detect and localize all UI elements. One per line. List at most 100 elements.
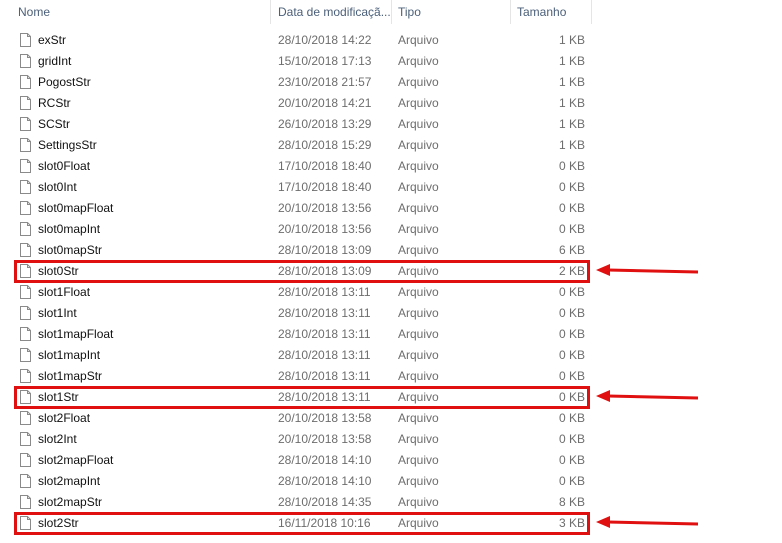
file-date: 28/10/2018 13:11	[278, 285, 371, 299]
file-type: Arquivo	[398, 432, 439, 446]
file-type: Arquivo	[398, 201, 439, 215]
file-row[interactable]: slot2mapStr 28/10/2018 14:35 Arquivo 8 KB	[0, 492, 600, 513]
file-size: 1 KB	[558, 75, 585, 89]
file-size: 1 KB	[558, 54, 585, 68]
file-row[interactable]: SCStr 26/10/2018 13:29 Arquivo 1 KB	[0, 114, 600, 135]
file-icon	[20, 411, 31, 425]
file-date: 20/10/2018 13:56	[278, 222, 372, 236]
file-icon	[20, 159, 31, 173]
file-row[interactable]: slot0Int 17/10/2018 18:40 Arquivo 0 KB	[0, 177, 600, 198]
file-row[interactable]: SettingsStr 28/10/2018 15:29 Arquivo 1 KB	[0, 135, 600, 156]
column-header-date[interactable]: Data de modificaçã...	[272, 0, 392, 24]
highlight-box	[14, 386, 590, 409]
file-name: slot1mapFloat	[38, 327, 114, 341]
file-icon	[20, 117, 31, 131]
file-row[interactable]: slot0Float 17/10/2018 18:40 Arquivo 0 KB	[0, 156, 600, 177]
file-name: slot1mapInt	[38, 348, 101, 362]
file-type: Arquivo	[398, 96, 439, 110]
file-type: Arquivo	[398, 453, 439, 467]
file-type: Arquivo	[398, 54, 439, 68]
file-row[interactable]: slot0mapFloat 20/10/2018 13:56 Arquivo 0 KB	[0, 198, 600, 219]
file-size: 6 KB	[558, 243, 585, 257]
file-type: Arquivo	[398, 327, 439, 341]
arrow-left-icon	[596, 264, 699, 276]
file-icon	[20, 243, 31, 257]
file-type: Arquivo	[398, 117, 439, 131]
file-row[interactable]: RCStr 20/10/2018 14:21 Arquivo 1 KB	[0, 93, 600, 114]
column-header-type[interactable]: Tipo	[392, 0, 511, 24]
file-size: 0 KB	[558, 411, 585, 425]
file-size: 0 KB	[558, 369, 585, 383]
file-type: Arquivo	[398, 222, 439, 236]
file-name: slot2Float	[38, 411, 91, 425]
file-date: 28/10/2018 14:10	[278, 453, 372, 467]
column-header-size[interactable]: Tamanho	[511, 0, 592, 24]
file-date: 28/10/2018 15:29	[278, 138, 372, 152]
file-row[interactable]: slot1mapStr 28/10/2018 13:11 Arquivo 0 KB	[0, 366, 600, 387]
file-name: slot1mapStr	[38, 369, 103, 383]
file-icon	[20, 222, 31, 236]
file-type: Arquivo	[398, 474, 439, 488]
file-date: 28/10/2018 14:10	[278, 474, 372, 488]
file-type: Arquivo	[398, 411, 439, 425]
file-date: 28/10/2018 13:09	[278, 243, 372, 257]
file-type: Arquivo	[398, 306, 439, 320]
file-date: 17/10/2018 18:40	[278, 159, 372, 173]
file-row[interactable]: PogostStr 23/10/2018 21:57 Arquivo 1 KB	[0, 72, 600, 93]
file-name: slot2mapFloat	[38, 453, 114, 467]
file-icon	[20, 369, 31, 383]
file-row[interactable]: slot0mapInt 20/10/2018 13:56 Arquivo 0 KB	[0, 219, 600, 240]
file-name: slot0mapInt	[38, 222, 101, 236]
file-type: Arquivo	[398, 285, 439, 299]
column-header-date-label: Data de modificaçã...	[278, 5, 391, 19]
arrow-left-icon	[596, 516, 699, 528]
file-name: slot2mapStr	[38, 495, 103, 509]
file-icon	[20, 348, 31, 362]
column-header-size-label: Tamanho	[517, 5, 567, 19]
file-type: Arquivo	[398, 180, 439, 194]
file-row[interactable]: slot2mapFloat 28/10/2018 14:10 Arquivo 0 KB	[0, 450, 600, 471]
file-icon	[20, 453, 31, 467]
file-date: 20/10/2018 13:56	[278, 201, 372, 215]
file-icon	[20, 306, 31, 320]
file-row[interactable]: slot2Int 20/10/2018 13:58 Arquivo 0 KB	[0, 429, 600, 450]
file-date: 28/10/2018 14:22	[278, 33, 372, 47]
file-date: 20/10/2018 13:58	[278, 432, 372, 446]
file-row[interactable]: slot2mapInt 28/10/2018 14:10 Arquivo 0 KB	[0, 471, 600, 492]
file-size: 1 KB	[558, 138, 585, 152]
file-size: 0 KB	[558, 222, 585, 236]
file-size: 1 KB	[558, 33, 585, 47]
file-date: 23/10/2018 21:57	[278, 75, 372, 89]
file-size: 0 KB	[558, 348, 585, 362]
file-name: gridInt	[38, 54, 72, 68]
file-date: 28/10/2018 14:35	[278, 495, 372, 509]
file-row[interactable]: slot2Float 20/10/2018 13:58 Arquivo 0 KB	[0, 408, 600, 429]
file-name: SCStr	[38, 117, 71, 131]
column-header-name-label: Nome	[18, 5, 51, 19]
file-row[interactable]: slot1Float 28/10/2018 13:11 Arquivo 0 KB	[0, 282, 600, 303]
file-row[interactable]: slot1mapInt 28/10/2018 13:11 Arquivo 0 KB	[0, 345, 600, 366]
file-name: slot1Float	[38, 285, 91, 299]
file-size: 0 KB	[558, 327, 585, 341]
file-row[interactable]: slot0mapStr 28/10/2018 13:09 Arquivo 6 KB	[0, 240, 600, 261]
file-date: 28/10/2018 13:11	[278, 306, 371, 320]
file-type: Arquivo	[398, 138, 439, 152]
file-size: 0 KB	[558, 432, 585, 446]
file-size: 8 KB	[558, 495, 585, 509]
file-date: 28/10/2018 13:11	[278, 348, 371, 362]
file-date: 28/10/2018 13:11	[278, 327, 371, 341]
file-name: exStr	[38, 33, 67, 47]
file-row[interactable]: exStr 28/10/2018 14:22 Arquivo 1 KB	[0, 30, 600, 51]
file-icon	[20, 495, 31, 509]
file-row[interactable]: gridInt 15/10/2018 17:13 Arquivo 1 KB	[0, 51, 600, 72]
file-name: slot1Int	[38, 306, 77, 320]
file-size: 1 KB	[558, 96, 585, 110]
file-date: 15/10/2018 17:13	[278, 54, 372, 68]
file-icon	[20, 54, 31, 68]
file-row[interactable]: slot1Int 28/10/2018 13:11 Arquivo 0 KB	[0, 303, 600, 324]
file-row[interactable]: slot1mapFloat 28/10/2018 13:11 Arquivo 0 KB	[0, 324, 600, 345]
file-name: RCStr	[38, 96, 71, 110]
file-icon	[20, 96, 31, 110]
file-size: 1 KB	[558, 117, 585, 131]
arrow-left-icon	[596, 390, 699, 402]
